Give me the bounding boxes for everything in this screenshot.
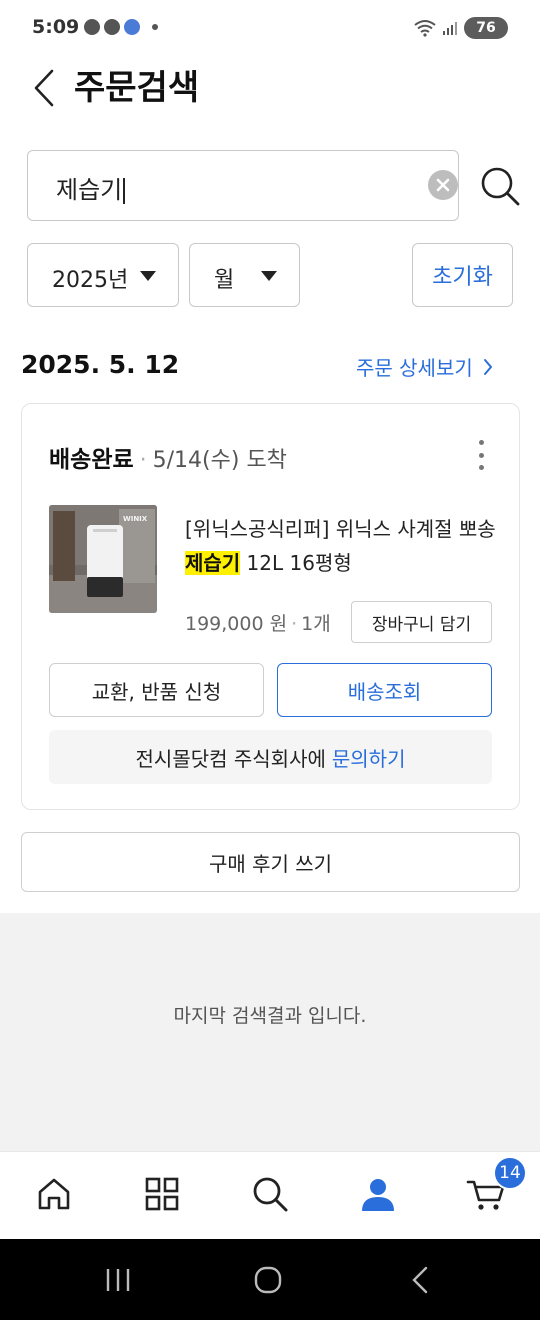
- order-card: 배송완료 · 5/14(수) 도착 WINIX [위닉스공식리퍼] 위닉스 사계…: [21, 403, 520, 810]
- order-date: 2025. 5. 12: [21, 350, 180, 379]
- status-time: 5:09: [32, 16, 80, 38]
- arrival-date: 5/14(수) 도착: [152, 448, 287, 473]
- price-line: 199,000 원 · 1개: [185, 609, 331, 636]
- page-title: 주문검색: [74, 68, 200, 108]
- search-keyword-highlight: 제습기: [185, 551, 241, 575]
- search-input[interactable]: 제습기: [27, 150, 459, 221]
- facebook-icon: [84, 19, 100, 35]
- more-options-button[interactable]: [471, 440, 491, 470]
- delivery-status: 배송완료: [49, 447, 134, 473]
- order-detail-label: 주문 상세보기: [356, 356, 473, 380]
- home-app-icon: [124, 19, 140, 35]
- search-icon: [253, 1177, 288, 1212]
- add-to-cart-button[interactable]: 장바구니 담기: [351, 601, 492, 643]
- chevron-left-icon: [34, 69, 54, 107]
- results-end-area: 마지막 검색결과 입니다.: [0, 913, 540, 1151]
- end-of-results-message: 마지막 검색결과 입니다.: [173, 1005, 367, 1027]
- inquiry-link[interactable]: 문의하기: [332, 743, 406, 772]
- reset-button[interactable]: 초기화: [412, 243, 513, 307]
- home-system-button[interactable]: [248, 1263, 288, 1297]
- month-select-label: 월: [214, 268, 235, 293]
- exchange-return-button[interactable]: 교환, 반품 신청: [49, 663, 264, 717]
- cart-count-badge: 14: [493, 1156, 527, 1190]
- home-circle-icon: [254, 1266, 282, 1294]
- product-thumbnail[interactable]: WINIX: [49, 505, 157, 613]
- back-system-button[interactable]: [400, 1263, 440, 1297]
- separator-dot: ·: [139, 448, 147, 473]
- app-header: 주문검색: [0, 56, 540, 120]
- brand-text: WINIX: [123, 515, 148, 523]
- nav-search[interactable]: [248, 1172, 292, 1216]
- seller-inquiry-text: 전시몰닷컴 주식회사에: [135, 746, 326, 771]
- more-notifications-icon: [152, 24, 158, 30]
- home-icon: [38, 1178, 70, 1210]
- search-button[interactable]: [478, 164, 522, 208]
- signal-icon: [443, 22, 457, 35]
- wifi-icon: [414, 20, 436, 37]
- year-select-label: 2025년: [52, 268, 129, 293]
- recent-apps-button[interactable]: [98, 1263, 138, 1297]
- text-caret: [123, 178, 126, 204]
- chevron-right-icon: [483, 358, 492, 375]
- nav-my-page[interactable]: [356, 1172, 400, 1216]
- user-icon: [362, 1179, 394, 1211]
- notification-icons: [84, 19, 158, 35]
- product-name-suffix: 12L 16평형: [240, 551, 352, 575]
- bottom-navigation: [0, 1151, 540, 1239]
- grid-icon: [145, 1177, 179, 1211]
- year-select[interactable]: 2025년: [27, 243, 179, 307]
- write-review-button[interactable]: 구매 후기 쓰기: [21, 832, 520, 892]
- close-icon: [436, 178, 450, 192]
- system-navigation-bar: [0, 1239, 540, 1320]
- more-vertical-icon: [478, 440, 484, 445]
- product-quantity: 1개: [301, 613, 331, 635]
- nav-home[interactable]: [32, 1172, 76, 1216]
- system-status: 76: [414, 17, 508, 39]
- search-value: 제습기: [56, 176, 123, 204]
- search-icon: [481, 167, 520, 206]
- chevron-left-icon: [412, 1266, 428, 1294]
- battery-indicator: 76: [464, 17, 508, 39]
- status-bar: 5:09 76: [0, 0, 540, 56]
- delivery-status-line: 배송완료 · 5/14(수) 도착: [49, 440, 287, 474]
- dropdown-arrow-icon: [261, 271, 277, 281]
- message-icon: [104, 19, 120, 35]
- recent-apps-icon: [106, 1269, 130, 1291]
- product-name-prefix: [위닉스공식리퍼] 위닉스 사계절 뽀송: [185, 517, 496, 541]
- delivery-tracking-button[interactable]: 배송조회: [277, 663, 492, 717]
- order-detail-link[interactable]: 주문 상세보기: [356, 352, 493, 381]
- month-select[interactable]: 월: [189, 243, 300, 307]
- seller-inquiry-box: 전시몰닷컴 주식회사에 문의하기: [49, 730, 492, 784]
- dropdown-arrow-icon: [140, 271, 156, 281]
- product-price: 199,000 원: [185, 613, 288, 635]
- nav-category[interactable]: [140, 1172, 184, 1216]
- dehumidifier-image: WINIX: [49, 505, 157, 613]
- separator-dot: ·: [291, 613, 298, 635]
- back-button[interactable]: [24, 66, 64, 110]
- product-name[interactable]: [위닉스공식리퍼] 위닉스 사계절 뽀송 제습기 12L 16평형: [185, 512, 501, 580]
- order-search-screen: 5:09 76 주문검색 제습기 2025년 월 초기화 2025. 5. 12…: [0, 0, 540, 1320]
- clear-search-button[interactable]: [428, 170, 458, 200]
